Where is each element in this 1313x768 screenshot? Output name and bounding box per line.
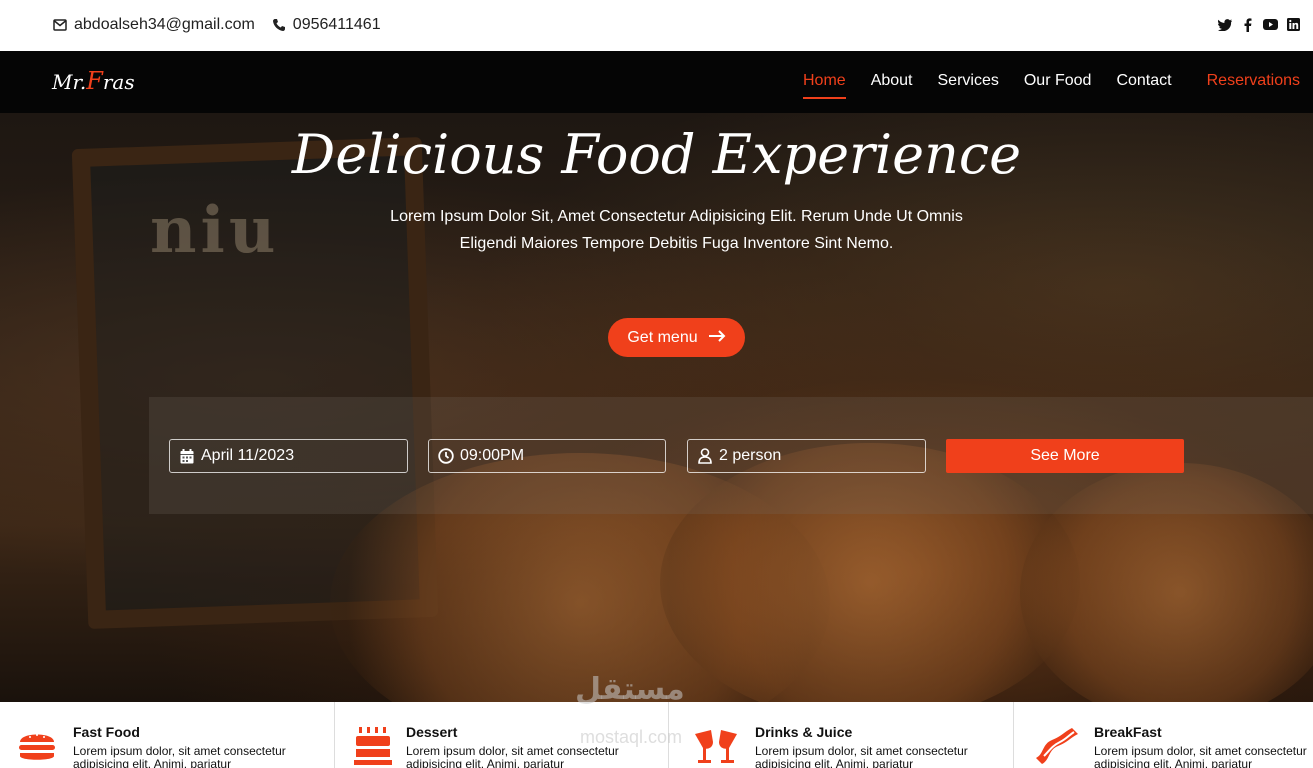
watermark-text: mostaql.com: [580, 727, 683, 747]
email-item[interactable]: abdoalseh34@gmail.com: [52, 16, 255, 34]
category-line: Lorem ipsum dolor, sit amet consectetur: [73, 744, 286, 758]
hero-section: niu Delicious Food Experience Lorem Ipsu…: [0, 113, 1313, 702]
time-value: 09:00PM: [460, 447, 525, 464]
logo-suffix: ras: [102, 70, 135, 94]
phone-item[interactable]: 0956411461: [271, 16, 381, 34]
category-line: adipisicing elit. Animi, pariatur: [73, 757, 232, 768]
category-title: Fast Food: [73, 724, 140, 740]
get-menu-label: Get menu: [627, 328, 698, 346]
category-line: Lorem ipsum dolor, sit amet consectetur: [755, 744, 968, 758]
envelope-icon: [52, 17, 68, 33]
category-description: Lorem ipsum dolor, sit amet consectetur a…: [1094, 745, 1313, 768]
category-card[interactable]: Drinks & Juice Lorem ipsum dolor, sit am…: [669, 702, 1014, 768]
bacon-icon: [1034, 726, 1078, 766]
reservations-link[interactable]: Reservations: [1207, 72, 1300, 90]
phone-icon: [271, 17, 287, 33]
booking-form: April 11/2023 09:00PM 2 person See More: [149, 397, 1313, 514]
time-field[interactable]: 09:00PM: [428, 439, 666, 473]
watermark-logo: مستقل: [575, 673, 685, 706]
glasses-icon: [691, 726, 737, 766]
category-description: Lorem ipsum dolor, sit amet consectetur a…: [755, 745, 985, 768]
category-description: Lorem ipsum dolor, sit amet consectetur a…: [406, 745, 636, 768]
facebook-icon[interactable]: [1240, 17, 1255, 32]
hero-subtitle: Lorem Ipsum Dolor Sit, Amet Consectetur …: [380, 203, 973, 257]
category-card[interactable]: BreakFast Lorem ipsum dolor, sit amet co…: [1014, 702, 1313, 768]
burger-icon: [17, 726, 57, 766]
nav-item-services[interactable]: Services: [938, 72, 999, 99]
top-bar: abdoalseh34@gmail.com 0956411461: [0, 0, 1313, 51]
logo[interactable]: Mr.Fras: [52, 67, 135, 95]
nav-item-contact[interactable]: Contact: [1116, 72, 1171, 99]
category-description: Lorem ipsum dolor, sit amet consectetur a…: [73, 745, 303, 768]
youtube-icon[interactable]: [1263, 17, 1278, 32]
nav-item-home[interactable]: Home: [803, 72, 846, 99]
calendar-icon: [179, 448, 195, 464]
category-line: adipisicing elit. Animi, pariatur: [406, 757, 565, 768]
main-nav: Mr.Fras Home About Services Our Food Con…: [0, 51, 1313, 113]
people-field[interactable]: 2 person: [687, 439, 926, 473]
email-text: abdoalseh34@gmail.com: [74, 16, 255, 33]
category-line: Lorem ipsum dolor, sit amet consectetur: [1094, 744, 1307, 758]
category-card[interactable]: Fast Food Lorem ipsum dolor, sit amet co…: [0, 702, 335, 768]
clock-icon: [438, 448, 454, 464]
user-icon: [697, 448, 713, 464]
logo-prefix: Mr.: [52, 70, 87, 94]
chalkboard-text: niu: [150, 193, 280, 268]
twitter-icon[interactable]: [1217, 17, 1232, 32]
category-title: Dessert: [406, 724, 458, 740]
nav-item-our-food[interactable]: Our Food: [1024, 72, 1092, 99]
contact-info: abdoalseh34@gmail.com 0956411461: [52, 16, 397, 34]
hero-title: Delicious Food Experience: [291, 123, 1022, 186]
hero-subtitle-line: Eligendi Maiores Tempore Debitis Fuga In…: [459, 235, 894, 252]
arrow-right-icon: [708, 329, 726, 347]
linkedin-icon[interactable]: [1286, 17, 1301, 32]
people-value: 2 person: [719, 447, 782, 464]
get-menu-button[interactable]: Get menu: [608, 318, 745, 357]
category-title: Drinks & Juice: [755, 724, 853, 740]
phone-text: 0956411461: [292, 16, 381, 33]
category-line: adipisicing elit. Animi, pariatur: [1094, 757, 1253, 768]
nav-menu: Home About Services Our Food Contact: [803, 72, 1172, 99]
cake-icon: [353, 726, 393, 766]
nav-item-about[interactable]: About: [871, 72, 913, 99]
category-title: BreakFast: [1094, 724, 1162, 740]
hero-subtitle-line: Lorem Ipsum Dolor Sit, Amet Consectetur …: [390, 208, 963, 225]
social-links: [1217, 17, 1301, 32]
date-value: April 11/2023: [201, 447, 295, 464]
date-field[interactable]: April 11/2023: [169, 439, 408, 473]
category-line: adipisicing elit. Animi, pariatur: [755, 757, 914, 768]
logo-highlight: F: [86, 67, 103, 95]
see-more-button[interactable]: See More: [946, 439, 1184, 473]
